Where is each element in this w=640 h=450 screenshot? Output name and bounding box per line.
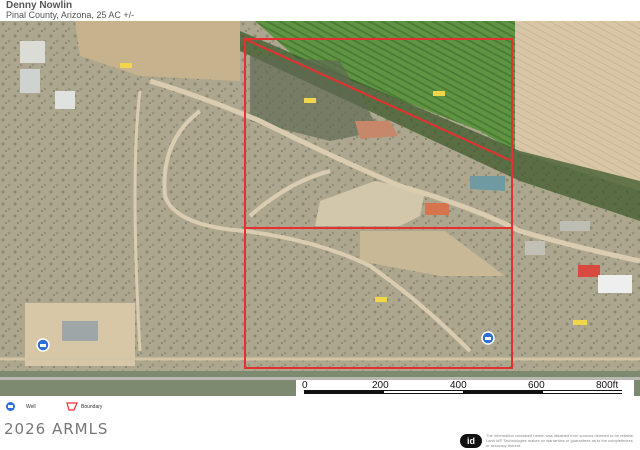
satellite-imagery [0, 21, 640, 396]
scale-bar: 0 200 400 600 800ft [296, 380, 634, 396]
legend-well-label: Well [26, 403, 36, 410]
map-header: Denny Nowlin Pinal County, Arizona, 25 A… [0, 0, 640, 21]
satellite-map[interactable] [0, 21, 640, 396]
copyright-text: 2026 ARMLS [4, 420, 109, 438]
well-marker-east[interactable] [481, 331, 495, 345]
land-id-logo: id [460, 434, 482, 448]
map-legend: Well Boundary [0, 398, 640, 416]
map-subtitle: Pinal County, Arizona, 25 AC +/- [6, 10, 135, 20]
legend-item-well: Well [6, 402, 36, 411]
boundary-icon [66, 402, 78, 411]
legend-boundary-label: Boundary [81, 403, 103, 410]
disclaimer-text: The information contained herein was obt… [486, 433, 635, 448]
map-footer: 2026 ARMLS id The information contained … [0, 418, 640, 450]
well-marker-west[interactable] [36, 338, 50, 352]
legend-item-boundary: Boundary [66, 402, 102, 411]
well-icon [6, 402, 15, 411]
scale-bar-segments [304, 390, 622, 394]
